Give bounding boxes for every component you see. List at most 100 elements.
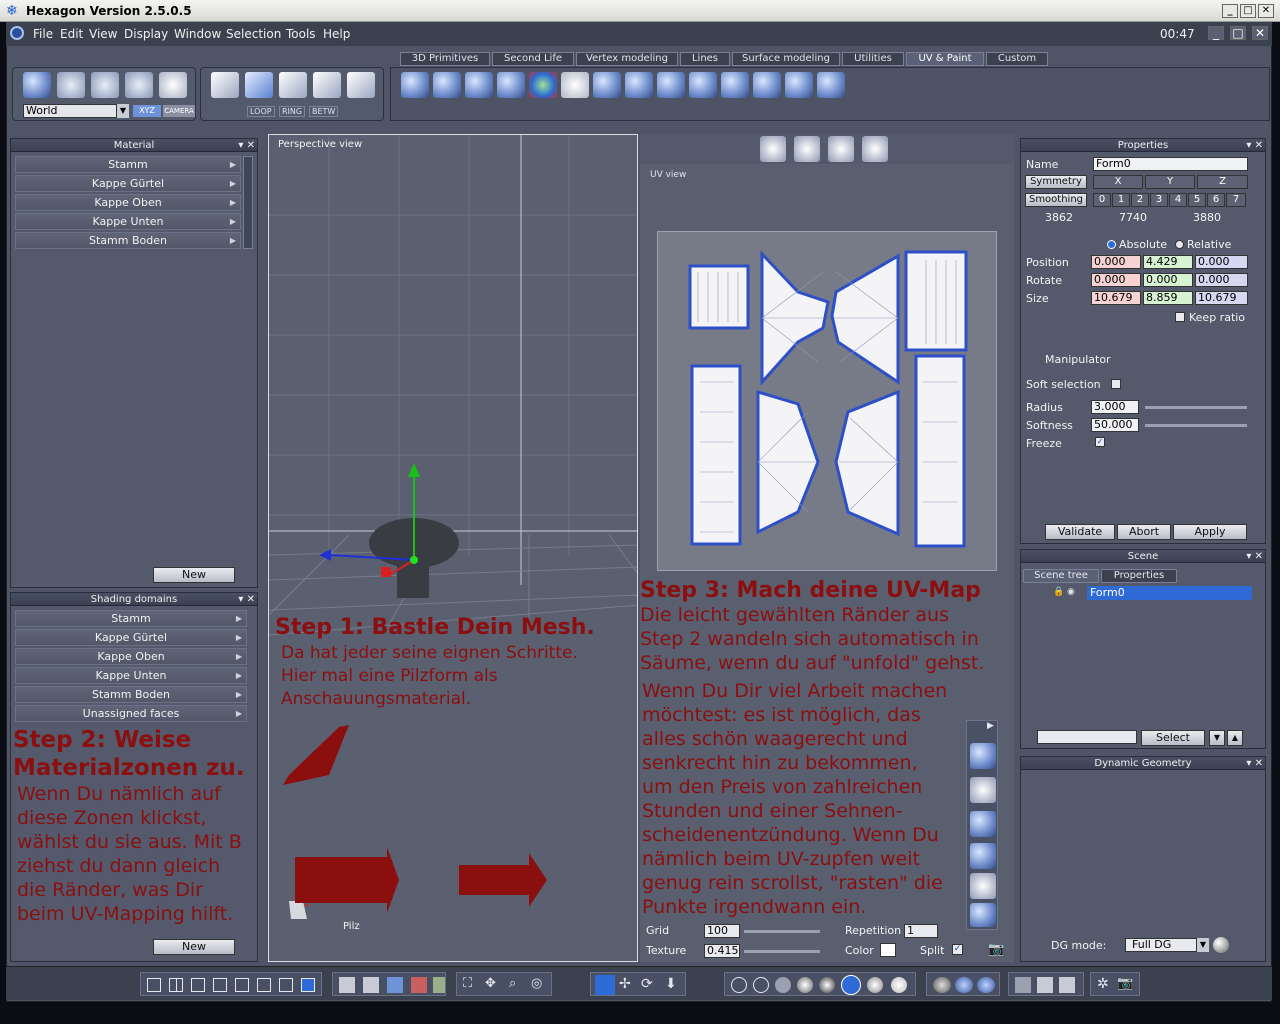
shading-item[interactable]: Stamm ▶ — [15, 610, 247, 627]
vertex-cube-icon[interactable] — [313, 72, 341, 98]
close-icon[interactable]: ▾ ✕ — [238, 593, 255, 606]
rotate-z[interactable]: 0.000 — [1195, 273, 1248, 287]
paint-select-icon[interactable] — [91, 72, 119, 98]
uv-sphere-icon[interactable] — [401, 72, 429, 98]
universal-manipulator-icon[interactable] — [595, 975, 615, 995]
scene-down-button[interactable]: ▼ — [1209, 730, 1225, 746]
radius-field[interactable]: 3.000 — [1091, 400, 1139, 414]
magnet-icon[interactable] — [125, 72, 153, 98]
view-mode-icon-4[interactable] — [411, 977, 427, 993]
shading-item[interactable]: Kappe Gürtel ▶ — [15, 629, 247, 646]
zoom-icon[interactable]: ⌕ — [509, 976, 516, 991]
uv-move-icon[interactable] — [721, 72, 749, 98]
scale-manipulator-icon[interactable]: ⬇ — [665, 976, 677, 992]
material-item[interactable]: Stamm Boden ▶ — [15, 232, 241, 249]
scene-up-button[interactable]: ▲ — [1227, 730, 1243, 746]
tab-uv-paint[interactable]: UV & Paint — [906, 52, 984, 66]
uv-box-icon[interactable] — [497, 72, 525, 98]
menu-selection[interactable]: Selection — [226, 27, 281, 41]
smoothing-1[interactable]: 1 — [1112, 193, 1130, 207]
auto-cube-icon[interactable] — [347, 72, 375, 98]
app-minimize-button[interactable]: _ — [1208, 26, 1224, 40]
size-z[interactable]: 10.679 — [1195, 291, 1248, 305]
uv-select-icon[interactable] — [760, 136, 786, 162]
view-mode-icon-5[interactable] — [433, 977, 445, 993]
layout-horizontal-icon[interactable] — [279, 978, 293, 992]
layout-split-icon[interactable] — [191, 978, 205, 992]
flat-sphere-icon[interactable] — [775, 977, 791, 993]
settings-icon[interactable]: ✲ — [1097, 976, 1109, 992]
render-icon-2[interactable] — [1037, 977, 1053, 993]
lock-icon[interactable]: 🔒 — [1053, 587, 1064, 597]
tab-second-life[interactable]: Second Life — [492, 52, 574, 66]
minimize-button[interactable]: _ — [1222, 4, 1238, 18]
wire-sphere-2-icon[interactable] — [753, 977, 769, 993]
ghost-icon[interactable] — [159, 72, 187, 98]
smoothing-7[interactable]: 7 — [1226, 193, 1246, 207]
smoothing-0[interactable]: 0 — [1093, 193, 1111, 207]
uv-tool-icon-6[interactable] — [970, 903, 996, 927]
light-icon-3[interactable] — [977, 977, 995, 993]
position-z[interactable]: 0.000 — [1195, 255, 1248, 269]
chevron-down-icon[interactable]: ▼ — [1197, 938, 1209, 952]
layout-left-icon[interactable] — [235, 978, 249, 992]
menu-edit[interactable]: Edit — [60, 27, 83, 41]
uv-tool-icon-5[interactable] — [970, 873, 996, 899]
grid-field[interactable]: 100 — [704, 924, 740, 938]
scene-search-input[interactable] — [1037, 730, 1137, 744]
frame-icon[interactable]: ⛶ — [463, 976, 472, 991]
select-arrow-icon[interactable] — [23, 72, 51, 98]
expand-arrow-icon[interactable]: ▶ — [987, 721, 994, 731]
move-manipulator-icon[interactable]: ✢ — [619, 976, 631, 992]
shading-item[interactable]: Stamm Boden ▶ — [15, 686, 247, 703]
tab-scene-properties[interactable]: Properties — [1101, 569, 1177, 583]
texture-slider[interactable] — [744, 950, 820, 953]
absolute-radio[interactable] — [1107, 240, 1116, 249]
repetition-field[interactable]: 1 — [904, 924, 938, 938]
scene-item-form0[interactable]: Form0 — [1087, 586, 1252, 600]
rotate-manipulator-icon[interactable]: ⟳ — [641, 976, 653, 992]
eye-icon[interactable]: ◉ — [1067, 587, 1075, 597]
paint-brush-icon[interactable] — [753, 72, 781, 98]
dg-mode-select[interactable]: Full DG — [1125, 938, 1197, 952]
view-mode-icon-1[interactable] — [339, 977, 355, 993]
uv-tool-icon-1[interactable] — [970, 743, 996, 769]
material-item[interactable]: Kappe Oben ▶ — [15, 194, 241, 211]
head-icon[interactable] — [561, 72, 589, 98]
symmetry-y[interactable]: Y — [1145, 175, 1195, 189]
shaded-sphere-icon[interactable] — [819, 977, 835, 993]
shading-item[interactable]: Kappe Unten ▶ — [15, 667, 247, 684]
object-cube-icon[interactable] — [211, 72, 239, 98]
material-scrollbar[interactable] — [243, 156, 253, 249]
chevron-down-icon[interactable]: ▼ — [117, 104, 129, 118]
symmetry-x[interactable]: X — [1093, 175, 1143, 189]
relative-radio[interactable] — [1175, 240, 1184, 249]
app-close-button[interactable]: ✕ — [1252, 26, 1268, 40]
dg-sphere-icon[interactable] — [1213, 937, 1229, 953]
layout-three-icon[interactable] — [213, 978, 227, 992]
face-cube-icon[interactable] — [245, 72, 273, 98]
camera-icon[interactable]: 📷 — [988, 942, 1004, 957]
tab-lines[interactable]: Lines — [680, 52, 730, 66]
xyz-toggle[interactable]: XYZ — [133, 105, 161, 117]
abort-button[interactable]: Abort — [1117, 524, 1171, 540]
render-icon-3[interactable] — [1059, 977, 1075, 993]
tab-custom[interactable]: Custom — [986, 52, 1048, 66]
validate-button[interactable]: Validate — [1045, 524, 1115, 540]
close-icon[interactable]: ▾ ✕ — [1246, 757, 1263, 770]
close-icon[interactable]: ▾ ✕ — [238, 139, 255, 152]
tab-surface-modeling[interactable]: Surface modeling — [732, 52, 840, 66]
uv-unfold-icon[interactable] — [794, 136, 820, 162]
app-menu-icon[interactable] — [10, 26, 24, 40]
edge-cube-icon[interactable] — [279, 72, 307, 98]
close-icon[interactable]: ▾ ✕ — [1246, 139, 1263, 152]
light-icon-1[interactable] — [933, 977, 951, 993]
shading-item[interactable]: Kappe Oben ▶ — [15, 648, 247, 665]
smoothing-5[interactable]: 5 — [1188, 193, 1206, 207]
material-item[interactable]: Stamm ▶ — [15, 156, 241, 173]
uv-view[interactable]: UV view Step 3: Mach deine UV-Map Die le… — [640, 134, 1014, 962]
softness-slider[interactable] — [1145, 424, 1247, 427]
uv-tool-icon-2[interactable] — [970, 777, 996, 803]
color-swatch[interactable] — [880, 943, 896, 957]
uv-pin-icon[interactable] — [828, 136, 854, 162]
